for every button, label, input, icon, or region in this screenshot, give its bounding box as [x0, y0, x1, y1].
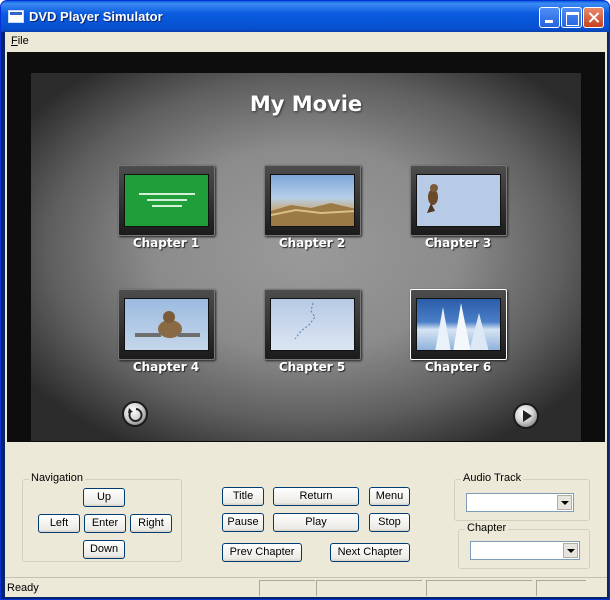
close-button[interactable]: [583, 7, 604, 28]
nav-enter-button[interactable]: Enter: [84, 514, 126, 533]
nav-down-button[interactable]: Down: [83, 540, 125, 559]
chapter-thumbnail: [416, 174, 501, 227]
status-pane: [316, 580, 422, 596]
chapter-thumbnail: [124, 174, 209, 227]
audio-track-group: Audio Track: [454, 472, 590, 521]
chapter-thumbnail: [416, 298, 501, 351]
audio-track-label: Audio Track: [461, 472, 524, 484]
chapter-thumbnail-frame[interactable]: [118, 289, 215, 360]
chapter-select[interactable]: [470, 541, 580, 560]
audio-track-select[interactable]: [466, 493, 574, 512]
nav-left-button[interactable]: Left: [38, 514, 80, 533]
status-bar: Ready: [5, 577, 607, 597]
next-chapter-button[interactable]: Next Chapter: [330, 543, 410, 562]
dvd-back-icon[interactable]: [122, 401, 148, 427]
status-pane: [259, 580, 315, 596]
app-icon: [8, 10, 24, 23]
maximize-button[interactable]: [561, 7, 582, 28]
chapter-label: Chapter 1: [132, 236, 200, 250]
menu-bar: File: [5, 32, 607, 51]
return-button[interactable]: Return: [273, 487, 359, 506]
chapter-label: Chapter 4: [132, 360, 200, 374]
dvd-next-icon[interactable]: [513, 403, 539, 429]
chapter-thumbnail: [270, 298, 355, 351]
title-button[interactable]: Title: [222, 487, 264, 506]
movie-title: My Movie: [249, 92, 363, 116]
navigation-group-label: Navigation: [29, 472, 85, 484]
prev-chapter-button[interactable]: Prev Chapter: [222, 543, 302, 562]
window-title: DVD Player Simulator: [29, 9, 163, 24]
chapter-thumbnail: [270, 174, 355, 227]
nav-right-button[interactable]: Right: [130, 514, 172, 533]
app-window: DVD Player Simulator File My Movie Chapt…: [0, 0, 610, 600]
chapter-thumbnail-frame[interactable]: [118, 165, 215, 236]
chapter-label: Chapter 5: [278, 360, 346, 374]
dvd-menu-stage: My Movie Chapter 1 Chapter 2 Chapter 3 C…: [31, 73, 581, 441]
status-pane: [536, 580, 586, 596]
chapter-thumbnail-frame[interactable]: [410, 165, 507, 236]
pause-button[interactable]: Pause: [222, 513, 264, 532]
chapter-label: Chapter 3: [424, 236, 492, 250]
minimize-button[interactable]: [539, 7, 560, 28]
client-area: File My Movie Chapter 1 Chapter 2 Chapte…: [5, 32, 607, 597]
chevron-down-icon[interactable]: [563, 543, 578, 558]
status-text: Ready: [7, 582, 39, 594]
control-panel: Navigation Up Left Enter Right Down Titl…: [5, 462, 607, 574]
nav-up-button[interactable]: Up: [83, 488, 125, 507]
dvd-screen: My Movie Chapter 1 Chapter 2 Chapter 3 C…: [7, 52, 605, 442]
chapter-label: Chapter 2: [278, 236, 346, 250]
menu-file[interactable]: File: [11, 35, 29, 47]
chapter-group: Chapter: [458, 522, 590, 569]
chevron-down-icon[interactable]: [557, 495, 572, 510]
menu-button[interactable]: Menu: [369, 487, 410, 506]
chapter-label: Chapter 6: [424, 360, 492, 374]
status-pane: [426, 580, 532, 596]
chapter-thumbnail: [124, 298, 209, 351]
title-bar[interactable]: DVD Player Simulator: [1, 1, 609, 32]
chapter-thumbnail-frame[interactable]: [264, 165, 361, 236]
stop-button[interactable]: Stop: [369, 513, 410, 532]
chapter-thumbnail-frame[interactable]: [410, 289, 507, 360]
chapter-thumbnail-frame[interactable]: [264, 289, 361, 360]
chapter-group-label: Chapter: [465, 522, 509, 534]
play-button[interactable]: Play: [273, 513, 359, 532]
navigation-group: Navigation Up Left Enter Right Down: [22, 472, 182, 562]
